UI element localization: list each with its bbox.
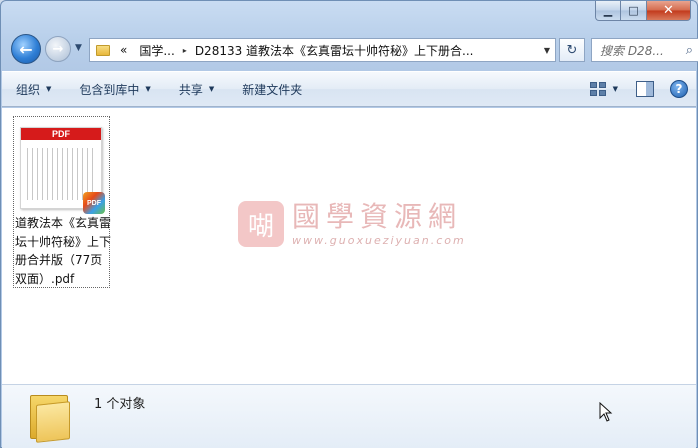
share-label: 共享 (178, 82, 203, 97)
refresh-button[interactable]: ↻ (559, 38, 585, 62)
file-list-area[interactable]: PDF PDF 道教法本《玄真雷坛十帅符秘》上下册合并版（77页双面）.pdf … (2, 108, 696, 384)
new-folder-button[interactable]: 新建文件夹 (228, 81, 316, 98)
refresh-icon: ↻ (566, 42, 578, 58)
search-placeholder: 搜索 D28... (600, 43, 664, 58)
include-in-library-menu[interactable]: 包含到库中 ▼ (65, 81, 164, 98)
minimize-button[interactable]: ▁ (595, 1, 621, 21)
object-count: 1 个对象 (94, 397, 146, 412)
watermark-url: www.guoxueziyuan.com (292, 233, 466, 247)
new-folder-label: 新建文件夹 (242, 82, 303, 97)
search-input[interactable]: 搜索 D28... ⌕ (591, 38, 698, 62)
chevron-down-icon: ▼ (208, 85, 215, 93)
forward-arrow-icon: → (52, 41, 64, 57)
forward-button[interactable]: → (45, 36, 71, 62)
file-item[interactable]: PDF PDF 道教法本《玄真雷坛十帅符秘》上下册合并版（77页双面）.pdf (13, 116, 111, 288)
chevron-down-icon: ▼ (145, 85, 151, 93)
watermark-title: 國學資源網 (292, 199, 463, 233)
breadcrumb-segment-guoxue[interactable]: 国学... (133, 42, 180, 59)
help-icon[interactable]: ? (670, 80, 688, 98)
chevron-down-icon: ▼ (46, 85, 52, 93)
navigation-bar: ← → ▼ « 国学... ▸ D28133 道教法本《玄真雷坛十帅符秘》上下册… (9, 31, 698, 65)
search-icon[interactable]: ⌕ (686, 43, 693, 58)
organize-menu[interactable]: 组织 ▼ (2, 81, 65, 98)
breadcrumb-separator-icon[interactable]: ▸ (181, 46, 189, 55)
maximize-button[interactable]: □ (621, 1, 647, 21)
explorer-window: ▁ □ ✕ ← → ▼ « 国学... ▸ D28133 道教法本《玄真雷坛十帅… (0, 0, 698, 448)
address-overflow-chevron[interactable]: « (114, 43, 133, 57)
pdf-app-icon: PDF (83, 192, 105, 214)
recent-pages-dropdown[interactable]: ▼ (75, 43, 82, 53)
address-dropdown-icon[interactable]: ▼ (539, 46, 555, 55)
watermark-seal-icon: 㗅 (238, 201, 284, 247)
document-preview-lines (27, 148, 93, 200)
share-menu[interactable]: 共享 ▼ (165, 81, 228, 98)
watermark: 㗅 國學資源網 www.guoxueziyuan.com (238, 201, 466, 247)
file-name[interactable]: 道教法本《玄真雷坛十帅符秘》上下册合并版（77页双面）.pdf (15, 214, 111, 288)
pdf-thumbnail-label: PDF (21, 128, 101, 140)
back-arrow-icon: ← (19, 39, 33, 59)
back-button[interactable]: ← (11, 34, 41, 64)
command-bar: 组织 ▼ 包含到库中 ▼ 共享 ▼ 新建文件夹 ▼ ? (2, 71, 696, 107)
folder-icon (96, 44, 110, 56)
mouse-cursor-icon (599, 402, 613, 422)
pdf-thumbnail: PDF PDF (20, 127, 105, 214)
preview-pane-icon[interactable] (636, 81, 654, 97)
view-controls: ▼ ? (589, 80, 688, 98)
details-pane: 1 个对象 (2, 384, 696, 448)
caption-buttons: ▁ □ ✕ (595, 1, 691, 21)
include-in-library-label: 包含到库中 (79, 82, 140, 97)
view-options-dropdown[interactable]: ▼ (613, 85, 618, 93)
folder-icon (30, 391, 70, 443)
organize-label: 组织 (16, 82, 41, 97)
close-button[interactable]: ✕ (647, 1, 691, 21)
address-bar[interactable]: « 国学... ▸ D28133 道教法本《玄真雷坛十帅符秘》上下册合... ▼ (89, 38, 556, 62)
change-view-icon[interactable] (589, 81, 607, 97)
breadcrumb-segment-current[interactable]: D28133 道教法本《玄真雷坛十帅符秘》上下册合... (189, 42, 480, 59)
